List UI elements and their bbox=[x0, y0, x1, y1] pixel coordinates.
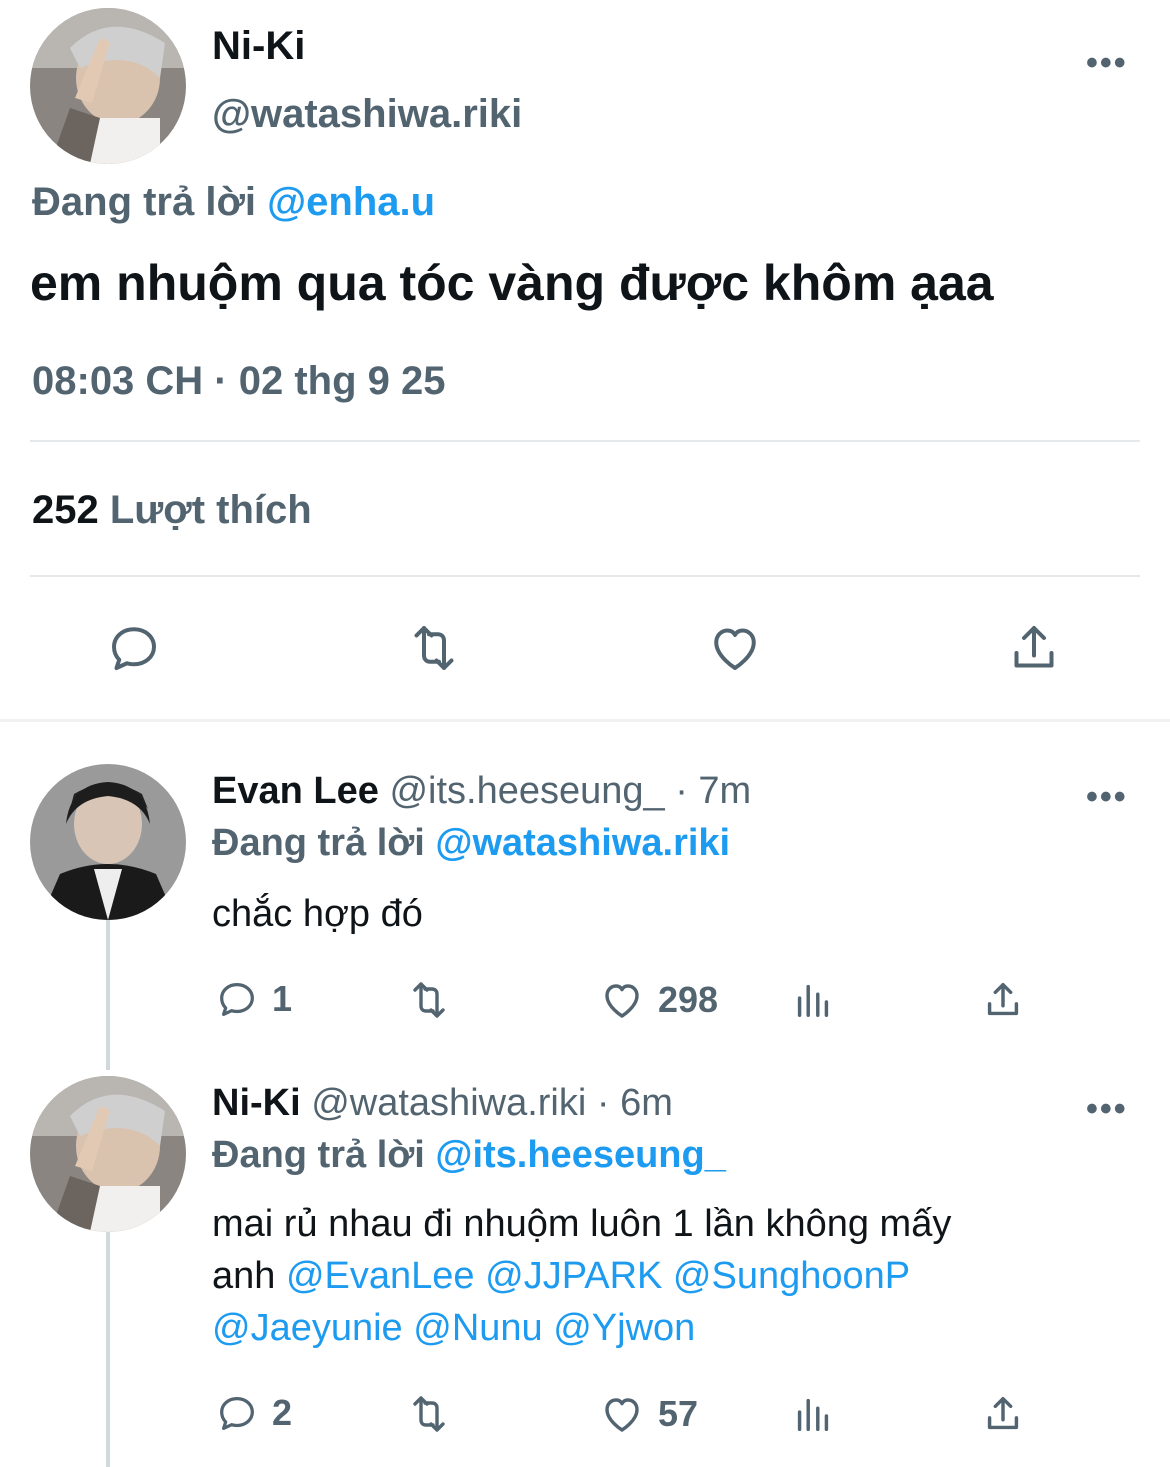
comment-icon bbox=[220, 1396, 254, 1430]
relative-time[interactable]: · 6m bbox=[597, 1082, 673, 1124]
thread-line bbox=[106, 1232, 110, 1467]
display-name[interactable]: Ni-Ki bbox=[212, 24, 305, 69]
reply-text: chắc hợp đó bbox=[212, 893, 423, 935]
display-name[interactable]: Ni-Ki bbox=[212, 1082, 301, 1124]
like-label: Lượt thích bbox=[109, 488, 312, 532]
more-options-icon[interactable]: ••• bbox=[1086, 46, 1128, 80]
reply-text-line: mai rủ nhau đi nhuộm luôn 1 lần không mấ… bbox=[212, 1203, 952, 1245]
reply-text: mai rủ nhau đi nhuộm luôn 1 lần không mấ… bbox=[212, 1198, 1142, 1354]
mention-link[interactable]: @EvanLee bbox=[286, 1255, 475, 1297]
replying-to-line: Đang trả lời @enha.u bbox=[32, 180, 435, 225]
relative-time[interactable]: · 7m bbox=[675, 770, 751, 812]
like-button[interactable] bbox=[704, 618, 766, 678]
mention-link[interactable]: @Yjwon bbox=[553, 1307, 695, 1349]
retweet-icon bbox=[413, 1396, 445, 1432]
comment-icon bbox=[112, 627, 156, 670]
heart-icon bbox=[605, 1398, 639, 1432]
replying-prefix: Đang trả lời bbox=[32, 180, 257, 224]
comment-icon bbox=[220, 982, 254, 1016]
avatar-image bbox=[30, 1076, 186, 1232]
like-button[interactable]: 298 bbox=[598, 976, 718, 1024]
views-button[interactable] bbox=[790, 976, 836, 1024]
avatar-niki[interactable] bbox=[30, 1076, 186, 1232]
share-button[interactable] bbox=[1004, 618, 1064, 678]
display-name[interactable]: Evan Lee bbox=[212, 770, 379, 812]
replying-to-line: Đang trả lời @its.heeseung_ bbox=[212, 1134, 726, 1177]
heart-icon bbox=[714, 628, 756, 670]
reply-button[interactable]: 2 bbox=[214, 1390, 292, 1436]
avatar-image bbox=[30, 8, 186, 164]
heart-icon bbox=[605, 984, 639, 1018]
replying-to-link[interactable]: @watashiwa.riki bbox=[435, 822, 730, 864]
divider bbox=[30, 575, 1140, 577]
mention-link[interactable]: @JJPARK bbox=[485, 1255, 662, 1297]
views-icon bbox=[797, 984, 829, 1018]
reply-text-line: anh @EvanLee @JJPARK @SunghoonP bbox=[212, 1250, 1142, 1302]
like-count: 298 bbox=[658, 979, 719, 1020]
mention-link[interactable]: @Jaeyunie bbox=[212, 1307, 403, 1349]
views-button[interactable] bbox=[790, 1390, 836, 1438]
retweet-button[interactable] bbox=[402, 1390, 456, 1438]
replying-to-link[interactable]: @its.heeseung_ bbox=[435, 1134, 725, 1176]
reply-header: Ni-Ki @watashiwa.riki · 6m bbox=[212, 1082, 673, 1125]
reply-count: 2 bbox=[272, 1392, 293, 1433]
replying-to-link[interactable]: @enha.u bbox=[267, 180, 435, 224]
replying-prefix: Đang trả lời bbox=[212, 1134, 425, 1176]
reply-text-line: @Jaeyunie @Nunu @Yjwon bbox=[212, 1302, 1142, 1354]
handle[interactable]: @its.heeseung_ bbox=[389, 770, 664, 812]
like-count: 252 bbox=[32, 488, 99, 532]
reply-button[interactable]: 1 bbox=[214, 976, 292, 1022]
like-count: 57 bbox=[658, 1393, 699, 1434]
retweet-button[interactable] bbox=[402, 976, 456, 1024]
reply-header: Evan Lee @its.heeseung_ · 7m bbox=[212, 770, 751, 813]
thread-line bbox=[106, 920, 110, 1070]
retweet-button[interactable] bbox=[402, 618, 466, 678]
replying-to-line: Đang trả lời @watashiwa.riki bbox=[212, 822, 730, 865]
tweet-text: em nhuộm qua tóc vàng được khôm ạaa bbox=[30, 255, 994, 311]
share-button[interactable] bbox=[980, 976, 1026, 1024]
avatar-evan-lee[interactable] bbox=[30, 764, 186, 920]
reply-count: 1 bbox=[272, 978, 293, 1019]
timestamp[interactable]: 08:03 CH · 02 thg 9 25 bbox=[32, 359, 446, 404]
divider bbox=[30, 440, 1140, 442]
section-divider bbox=[0, 719, 1170, 722]
mention-link[interactable]: @Nunu bbox=[413, 1307, 542, 1349]
share-icon bbox=[1014, 626, 1054, 668]
replying-prefix: Đang trả lời bbox=[212, 822, 425, 864]
handle[interactable]: @watashiwa.riki bbox=[311, 1082, 586, 1124]
like-button[interactable]: 57 bbox=[598, 1390, 698, 1438]
more-options-icon[interactable]: ••• bbox=[1086, 1092, 1128, 1126]
views-icon bbox=[797, 1398, 829, 1432]
reply-text-fragment: anh bbox=[212, 1255, 276, 1297]
likes-summary[interactable]: 252 Lượt thích bbox=[32, 488, 312, 533]
avatar-image bbox=[30, 764, 186, 920]
reply-button[interactable] bbox=[104, 618, 164, 678]
share-icon bbox=[987, 982, 1019, 1016]
avatar-niki[interactable] bbox=[30, 8, 186, 164]
share-icon bbox=[987, 1396, 1019, 1430]
retweet-icon bbox=[413, 982, 445, 1018]
handle[interactable]: @watashiwa.riki bbox=[212, 92, 522, 137]
mention-link[interactable]: @SunghoonP bbox=[673, 1255, 910, 1297]
share-button[interactable] bbox=[980, 1390, 1026, 1438]
retweet-icon bbox=[414, 626, 454, 670]
more-options-icon[interactable]: ••• bbox=[1086, 780, 1128, 814]
